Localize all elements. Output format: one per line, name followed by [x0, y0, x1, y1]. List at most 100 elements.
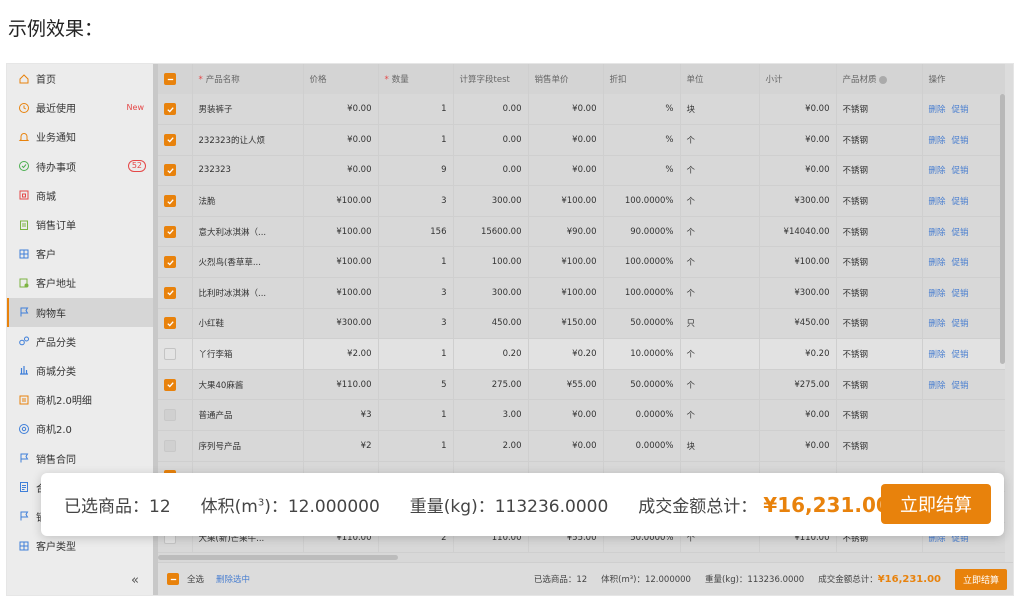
subtotal-cell: ¥275.00	[759, 369, 837, 401]
sidebar-item-8[interactable]: 购物车	[7, 297, 153, 327]
price-cell: ¥2	[303, 430, 379, 462]
promo-link[interactable]: 促销	[952, 350, 969, 360]
sidebar-item-9[interactable]: 产品分类	[7, 327, 153, 356]
row-checkbox[interactable]	[164, 133, 176, 146]
horizontal-scrollbar[interactable]	[158, 555, 398, 560]
delete-link[interactable]: 删除	[929, 105, 946, 115]
row-checkbox[interactable]	[164, 317, 176, 330]
row-checkbox[interactable]	[164, 225, 176, 238]
subtotal-cell: ¥0.00	[759, 430, 837, 462]
help-icon[interactable]	[878, 75, 887, 84]
summary-weight: 重量(kg)：113236.0000	[409, 497, 609, 517]
unit-cell: 个	[680, 369, 760, 401]
target-icon	[18, 423, 30, 435]
table-row[interactable]: 232323 ¥0.00 9 0.00 ¥0.00% 个 ¥0.00 不锈钢 删除 促销	[158, 155, 1005, 187]
row-select-cell	[158, 216, 193, 248]
row-checkbox[interactable]	[164, 195, 176, 208]
table-row[interactable]: 序列号产品 ¥2 1 2.00 ¥0.00 0.0000% 块 ¥0.00 不锈钢	[158, 430, 1005, 462]
header-operations: 操作	[922, 64, 1005, 94]
material-cell: 不锈钢	[836, 185, 923, 217]
delete-link[interactable]: 删除	[929, 166, 946, 176]
operations-cell: 删除 促销	[922, 216, 1005, 248]
calc-cell: 0.00	[453, 94, 529, 126]
header-checkbox[interactable]	[164, 73, 176, 85]
operations-cell	[922, 399, 1005, 432]
discount-cell: 100.0000%	[603, 277, 681, 309]
select-all-checkbox[interactable]	[167, 573, 179, 585]
calc-cell: 15600.00	[453, 216, 529, 248]
material-cell: 不锈钢	[836, 246, 923, 279]
subtotal-cell: ¥0.00	[759, 94, 837, 126]
sidebar-item-11[interactable]: 商机2.0明细	[7, 385, 153, 414]
table-row[interactable]: 法脆 ¥100.00 3 300.00 ¥100.00 100.0000% 个 ¥300.00…	[158, 185, 1005, 217]
table-row[interactable]: 男装裤子 ¥0.00 1 0.00 ¥0.00% 块 ¥0.00 不锈钢 删除 促销	[158, 94, 1005, 126]
calc-cell: 0.00	[453, 155, 529, 187]
promo-link[interactable]: 促销	[952, 228, 969, 238]
quantity-cell: 1	[378, 246, 454, 279]
delete-selected-link[interactable]: 删除选中	[216, 573, 250, 585]
product-name-cell: 普通产品	[192, 399, 304, 432]
promo-link[interactable]: 促销	[952, 319, 969, 329]
row-checkbox[interactable]	[164, 286, 176, 299]
price-cell: ¥100.00	[303, 185, 379, 217]
promo-link[interactable]: 促销	[952, 105, 969, 115]
product-name-cell: 意大利冰淇淋（...	[192, 216, 304, 248]
select-all-label[interactable]: 全选	[187, 573, 204, 585]
sidebar-item-label: 销售合同	[36, 454, 76, 466]
delete-link[interactable]: 删除	[929, 350, 946, 360]
quantity-cell: 9	[378, 155, 454, 187]
table-row[interactable]: 火烈鸟(香草草... ¥100.00 1 100.00 ¥100.00 100.0000%…	[158, 246, 1005, 279]
sidebar-item-0[interactable]: 首页	[7, 64, 153, 93]
table-row[interactable]: 丫行李箱 ¥2.00 1 0.20 ¥0.20 10.0000% 个 ¥0.20 不锈钢 删除 促销	[158, 338, 1005, 370]
row-checkbox[interactable]	[164, 378, 176, 391]
quantity-cell: 1	[378, 94, 454, 126]
bottom-checkout-button[interactable]: 立即结算	[954, 568, 1007, 590]
header-select-all[interactable]	[158, 64, 193, 94]
delete-link[interactable]: 删除	[929, 258, 946, 268]
row-checkbox[interactable]	[164, 348, 176, 361]
sidebar-item-4[interactable]: 商城	[7, 181, 153, 210]
sidebar-item-2[interactable]: 业务通知	[7, 122, 153, 151]
delete-link[interactable]: 删除	[929, 228, 946, 238]
discount-cell: %	[603, 124, 681, 156]
check-circle-icon	[18, 160, 30, 172]
table-row[interactable]: 普通产品 ¥3 1 3.00 ¥0.00 0.0000% 个 ¥0.00 不锈钢	[158, 399, 1005, 432]
table-header-row: * 产品名称 价格 * 数量 计算字段test 销售单价 折扣 单位 小计 产品材质…	[158, 64, 1005, 94]
delete-link[interactable]: 删除	[929, 136, 946, 146]
promo-link[interactable]: 促销	[952, 136, 969, 146]
row-checkbox[interactable]	[164, 256, 176, 269]
sidebar-item-12[interactable]: 商机2.0	[7, 414, 153, 443]
sidebar-item-1[interactable]: 最近使用 New	[7, 93, 153, 122]
product-name-cell: 男装裤子	[192, 94, 304, 126]
sidebar-item-6[interactable]: 客户	[7, 239, 153, 268]
table-row[interactable]: 意大利冰淇淋（... ¥100.00 156 15600.00 ¥90.00 90.000…	[158, 216, 1005, 248]
row-checkbox[interactable]	[164, 164, 176, 177]
promo-link[interactable]: 促销	[952, 381, 969, 391]
promo-link[interactable]: 促销	[952, 166, 969, 176]
material-cell: 不锈钢	[836, 430, 923, 462]
delete-link[interactable]: 删除	[929, 319, 946, 329]
sidebar-item-5[interactable]: 销售订单	[7, 210, 153, 239]
summary-checkout-button[interactable]: 立即结算	[881, 484, 991, 524]
delete-link[interactable]: 删除	[929, 381, 946, 391]
unit-price-cell: ¥100.00	[528, 246, 604, 279]
discount-cell: 0.0000%	[603, 430, 681, 462]
promo-link[interactable]: 促销	[952, 258, 969, 268]
promo-link[interactable]: 促销	[952, 197, 969, 207]
sidebar-item-10[interactable]: 商城分类	[7, 356, 153, 385]
sidebar-item-13[interactable]: 销售合同	[7, 443, 153, 472]
delete-link[interactable]: 删除	[929, 197, 946, 207]
delete-link[interactable]: 删除	[929, 289, 946, 299]
table-row[interactable]: 大果40麻酱 ¥110.00 5 275.00 ¥55.00 50.0000% 个 ¥275.…	[158, 369, 1005, 401]
row-checkbox[interactable]	[164, 103, 176, 116]
sidebar-item-7[interactable]: 客户地址	[7, 268, 153, 297]
table-row[interactable]: 232323的让人烦 ¥0.00 1 0.00 ¥0.00% 个 ¥0.00 不锈钢 删除 促销	[158, 124, 1005, 156]
table-row[interactable]: 小红鞋 ¥300.00 3 450.00 ¥150.00 50.0000% 只 ¥450.00…	[158, 308, 1005, 340]
promo-link[interactable]: 促销	[952, 289, 969, 299]
sidebar-item-3[interactable]: 待办事项 52	[7, 152, 153, 181]
table-row[interactable]: 比利时冰淇淋（... ¥100.00 3 300.00 ¥100.00 100.0000%…	[158, 277, 1005, 309]
row-select-cell	[158, 94, 193, 126]
collapse-sidebar-button[interactable]: «	[7, 565, 153, 595]
unit-price-cell: ¥0.20	[528, 338, 604, 370]
vertical-scrollbar[interactable]	[1000, 94, 1005, 364]
